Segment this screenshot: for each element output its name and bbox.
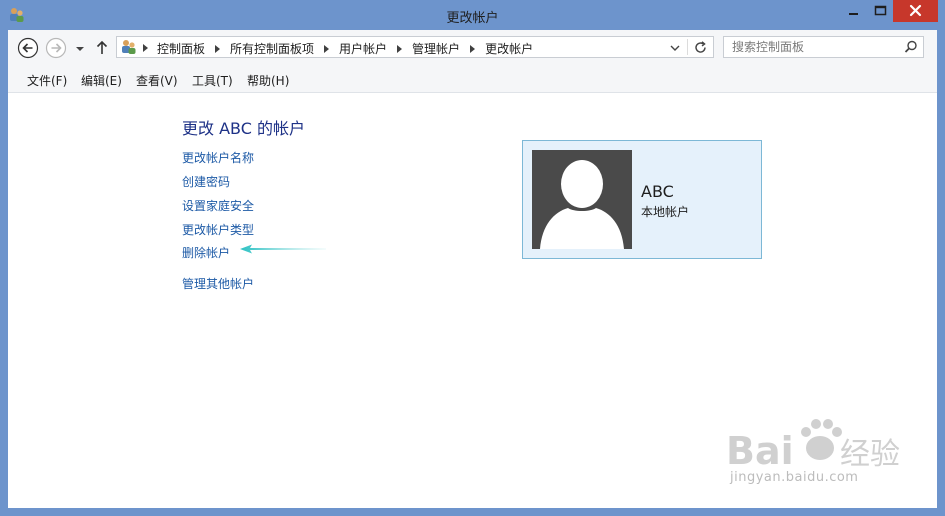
minimize-icon[interactable] [840,0,868,22]
create-password-link[interactable]: 创建密码 [182,173,230,190]
account-card: ABC 本地帐户 [522,140,762,259]
account-type: 本地帐户 [641,205,690,219]
family-safety-link[interactable]: 设置家庭安全 [182,197,254,214]
breadcrumb-user-accounts[interactable]: 用户帐户 [339,40,387,57]
control-panel-icon [122,40,136,54]
breadcrumb: 控制面板 所有控制面板项 用户帐户 管理帐户 更改帐户 [157,40,533,57]
breadcrumb-chevron-icon[interactable] [470,45,476,53]
breadcrumb-chevron-icon[interactable] [397,45,403,53]
change-account-type-link[interactable]: 更改帐户类型 [182,221,254,238]
svg-text:经验: 经验 [840,437,900,472]
address-divider [687,39,688,55]
baidu-watermark-icon: Bai 经验 [726,419,900,472]
search-input[interactable] [732,39,892,55]
address-dropdown-icon[interactable] [669,43,681,53]
menu-help[interactable]: 帮助(H) [247,72,289,89]
forward-icon[interactable] [45,37,67,59]
refresh-icon[interactable] [693,40,708,55]
breadcrumb-control-panel[interactable]: 控制面板 [157,40,205,57]
title-bar[interactable]: 更改帐户 [0,0,945,30]
annotation-arrow-icon [240,244,326,254]
up-icon[interactable] [92,37,112,59]
menu-view[interactable]: 查看(V) [136,72,178,89]
address-bar[interactable]: 控制面板 所有控制面板项 用户帐户 管理帐户 更改帐户 [116,36,714,58]
recent-locations-icon[interactable] [70,37,90,59]
menu-file[interactable]: 文件(F) [27,72,67,89]
search-box[interactable] [723,36,924,58]
watermark-url: jingyan.baidu.com [730,470,859,485]
breadcrumb-chevron-icon[interactable] [324,45,330,53]
breadcrumb-chevron-icon[interactable] [215,45,221,53]
svg-text:Bai: Bai [726,429,794,472]
breadcrumb-manage-accounts[interactable]: 管理帐户 [412,40,460,57]
breadcrumb-root-chevron-icon[interactable] [142,43,150,53]
breadcrumb-all-items[interactable]: 所有控制面板项 [230,40,314,57]
navigation-bar: 控制面板 所有控制面板项 用户帐户 管理帐户 更改帐户 [8,30,937,66]
menu-tools[interactable]: 工具(T) [192,72,233,89]
menu-bar: 文件(F) 编辑(E) 查看(V) 工具(T) 帮助(H) [8,66,937,93]
search-icon[interactable] [904,40,918,54]
back-icon[interactable] [17,37,39,59]
delete-account-link[interactable]: 删除帐户 [182,244,230,261]
menu-edit[interactable]: 编辑(E) [81,72,122,89]
close-icon[interactable] [893,0,938,22]
page-title: 更改 ABC 的帐户 [182,119,305,138]
maximize-icon[interactable] [867,0,895,22]
window-title: 更改帐户 [446,11,499,26]
user-silhouette-icon [540,160,624,249]
user-avatar [532,150,632,249]
change-account-name-link[interactable]: 更改帐户名称 [182,149,254,166]
breadcrumb-change-account[interactable]: 更改帐户 [485,40,533,57]
app-window: 更改帐户 控制面板 所有控制面板项 用户帐户 管理帐户 更改帐户 搜索控制面板 … [0,0,945,516]
account-name: ABC [641,182,674,201]
manage-other-accounts-link[interactable]: 管理其他帐户 [182,275,254,292]
